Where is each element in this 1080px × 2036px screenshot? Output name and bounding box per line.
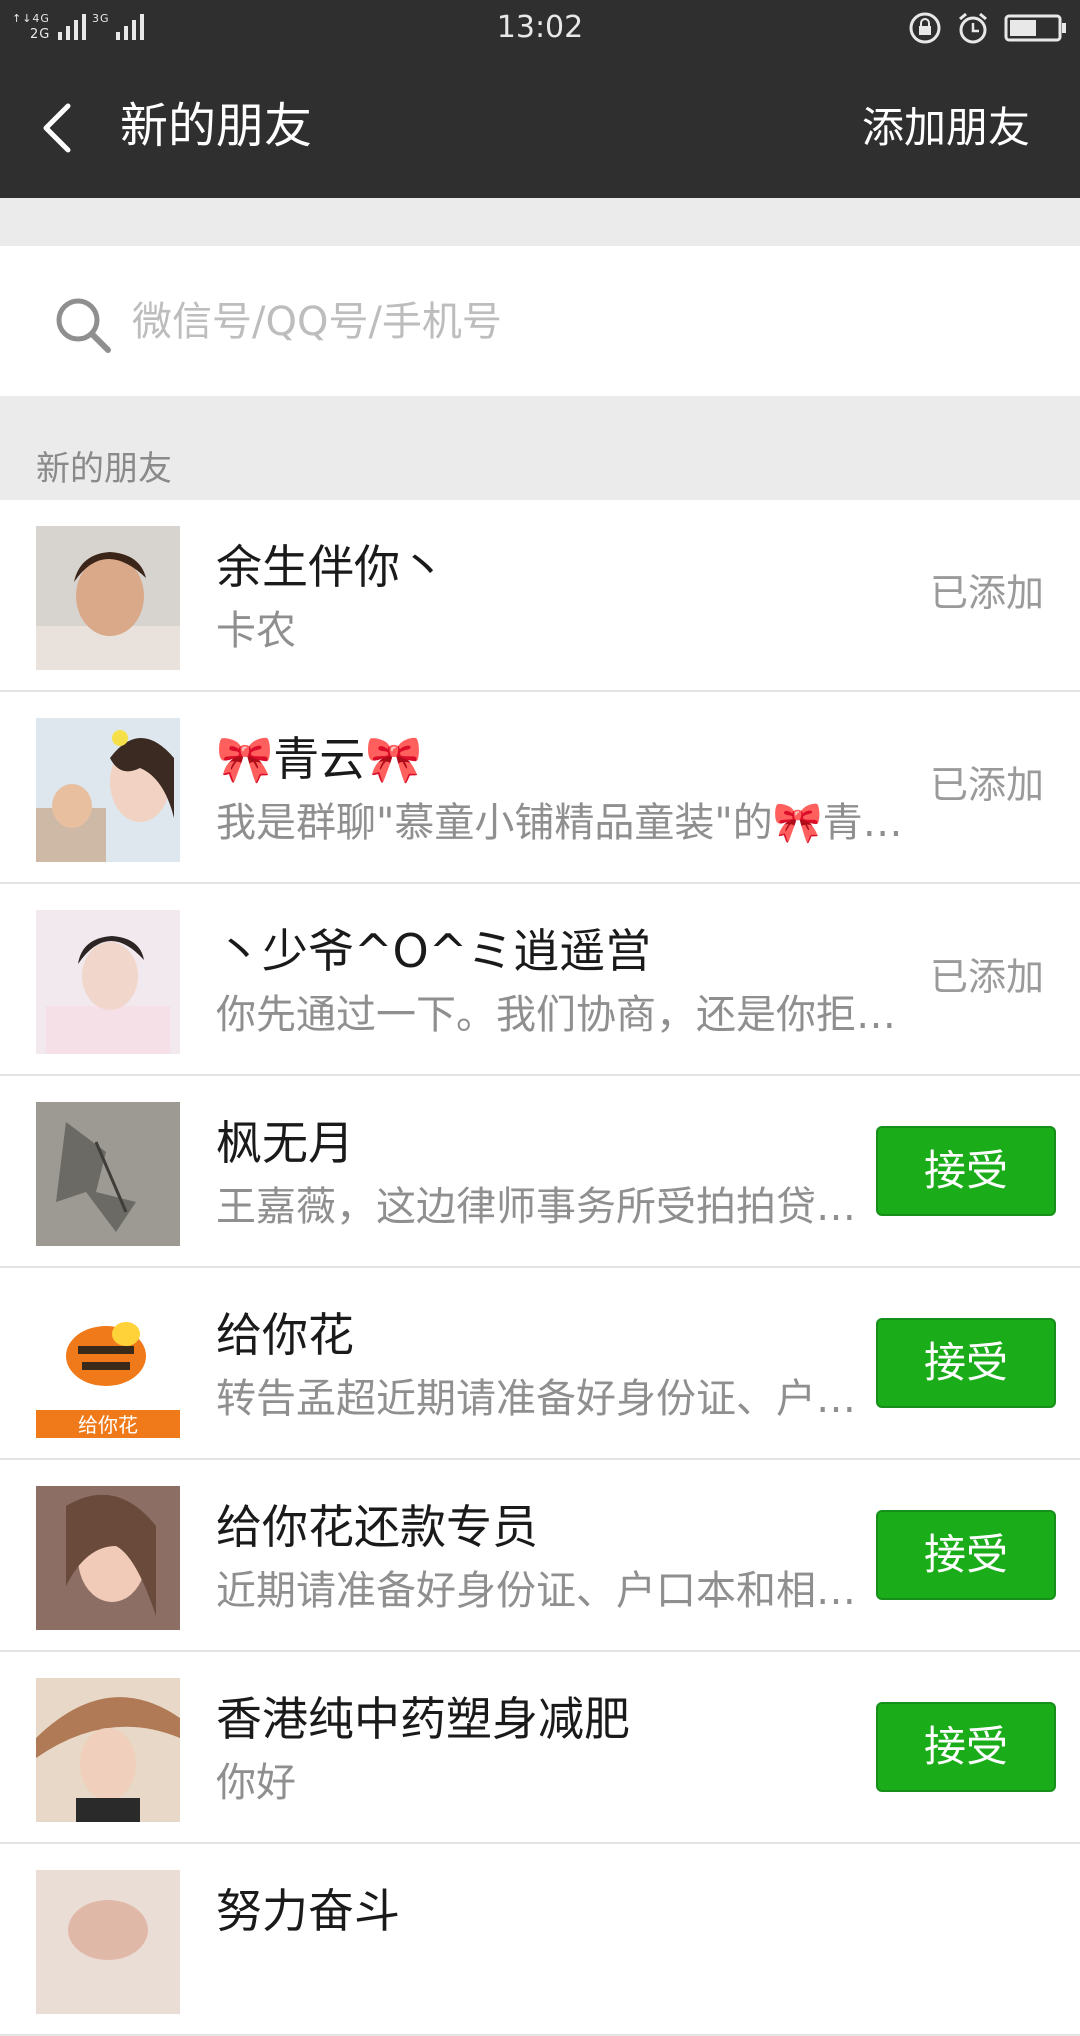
list-item[interactable]: 给你花 给你花 转告孟超近期请准备好身份证、户… 接受 — [0, 1268, 1080, 1460]
alarm-icon — [956, 11, 990, 45]
page-title: 新的朋友 — [120, 98, 313, 154]
request-message: 你好 — [216, 1760, 296, 1806]
battery-icon — [1004, 13, 1068, 43]
list-item[interactable]: 香港纯中药塑身减肥 你好 接受 — [0, 1652, 1080, 1844]
contact-name: 枫无月 — [216, 1116, 354, 1170]
section-header: 新的朋友 — [36, 449, 172, 489]
added-status: 已添加 — [929, 955, 1044, 999]
avatar — [36, 1678, 180, 1822]
avatar — [36, 1870, 180, 2014]
search-icon — [56, 298, 111, 353]
list-item[interactable]: 丶少爷^O^ミ逍遥営 你先通过一下。我们协商，还是你拒… 已添加 — [0, 884, 1080, 1076]
avatar — [36, 1102, 180, 1246]
accept-button[interactable]: 接受 — [876, 1126, 1056, 1216]
contact-name: 给你花 — [216, 1308, 354, 1362]
added-status: 已添加 — [929, 571, 1044, 615]
friend-request-list: 余生伴你丶 卡农 已添加 🎀青云🎀 我是群聊"慕童小铺精品童装"的🎀青… 已添加… — [0, 500, 1080, 2036]
accept-button[interactable]: 接受 — [876, 1510, 1056, 1600]
avatar — [36, 718, 180, 862]
avatar — [36, 526, 180, 670]
contact-name: 努力奋斗 — [216, 1884, 400, 1938]
contact-name: 余生伴你丶 — [216, 540, 446, 594]
chevron-left-icon — [43, 103, 71, 153]
request-message: 近期请准备好身份证、户口本和相… — [216, 1568, 856, 1614]
contact-name: 🎀青云🎀 — [216, 732, 423, 786]
search-input[interactable]: 微信号/QQ号/手机号 — [132, 294, 502, 350]
list-item[interactable]: 余生伴你丶 卡农 已添加 — [0, 500, 1080, 692]
contact-name: 香港纯中药塑身减肥 — [216, 1692, 630, 1746]
avatar: 给你花 — [36, 1294, 180, 1438]
accept-button[interactable]: 接受 — [876, 1318, 1056, 1408]
rotation-lock-icon — [908, 11, 942, 45]
accept-button[interactable]: 接受 — [876, 1702, 1056, 1792]
contact-name: 给你花还款专员 — [216, 1500, 538, 1554]
request-message: 卡农 — [216, 608, 296, 654]
avatar — [36, 910, 180, 1054]
svg-text:给你花: 给你花 — [78, 1413, 138, 1437]
app-header: 新的朋友 添加朋友 — [0, 56, 1080, 198]
list-item[interactable]: 🎀青云🎀 我是群聊"慕童小铺精品童装"的🎀青… 已添加 — [0, 692, 1080, 884]
back-button[interactable] — [34, 100, 82, 156]
request-message: 我是群聊"慕童小铺精品童装"的🎀青… — [216, 800, 903, 846]
search-bar[interactable]: 微信号/QQ号/手机号 — [0, 246, 1080, 396]
added-status: 已添加 — [929, 763, 1044, 807]
list-item[interactable]: 努力奋斗 — [0, 1844, 1080, 2036]
request-message: 你先通过一下。我们协商，还是你拒… — [216, 992, 896, 1038]
request-message: 王嘉薇，这边律师事务所受拍拍贷… — [216, 1184, 856, 1230]
add-friend-button[interactable]: 添加朋友 — [862, 100, 1030, 156]
avatar — [36, 1486, 180, 1630]
status-bar: ↑↓4G 2G 3G 13:02 — [0, 0, 1080, 56]
list-item[interactable]: 枫无月 王嘉薇，这边律师事务所受拍拍贷… 接受 — [0, 1076, 1080, 1268]
request-message: 转告孟超近期请准备好身份证、户… — [216, 1376, 856, 1422]
contact-name: 丶少爷^O^ミ逍遥営 — [216, 924, 652, 978]
list-item[interactable]: 给你花还款专员 近期请准备好身份证、户口本和相… 接受 — [0, 1460, 1080, 1652]
